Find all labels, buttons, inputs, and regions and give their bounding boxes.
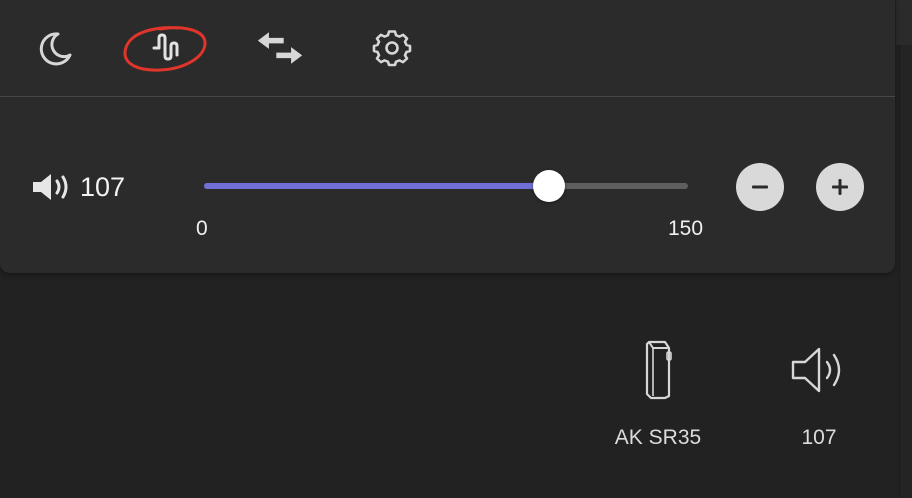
device-ak-sr35[interactable]: AK SR35	[598, 340, 718, 450]
portable-player-icon	[645, 340, 672, 400]
night-mode-button[interactable]	[32, 24, 80, 72]
volume-popover: 107 0 150	[0, 0, 895, 273]
slider-min-label: 0	[196, 217, 208, 240]
plus-icon	[832, 179, 848, 195]
output-switch-button[interactable]	[256, 24, 304, 72]
slider-fill	[204, 183, 550, 189]
speaker-icon	[791, 347, 841, 393]
slider-max-label: 150	[668, 217, 704, 240]
minus-icon	[752, 185, 768, 189]
settings-button[interactable]	[368, 24, 416, 72]
volume-down-button[interactable]	[736, 163, 784, 211]
gear-icon	[372, 30, 412, 67]
volume-slider[interactable]	[204, 170, 688, 202]
toolbar-divider	[0, 96, 895, 97]
app-window: 107 0 150 AK SR35 107	[0, 0, 912, 498]
window-edge	[896, 0, 912, 45]
slider-knob[interactable]	[533, 170, 566, 202]
device-label: 107	[801, 426, 837, 449]
volume-value: 107	[80, 172, 126, 202]
device-speaker[interactable]: 107	[759, 340, 879, 450]
volume-up-button[interactable]	[816, 163, 864, 211]
moon-icon	[39, 32, 72, 66]
scrollbar-track	[899, 45, 912, 498]
swap-arrows-icon	[257, 32, 303, 64]
device-label: AK SR35	[614, 426, 702, 449]
volume-icon	[33, 174, 68, 200]
popover-toolbar	[0, 0, 895, 96]
red-annotation-circle	[123, 26, 207, 72]
